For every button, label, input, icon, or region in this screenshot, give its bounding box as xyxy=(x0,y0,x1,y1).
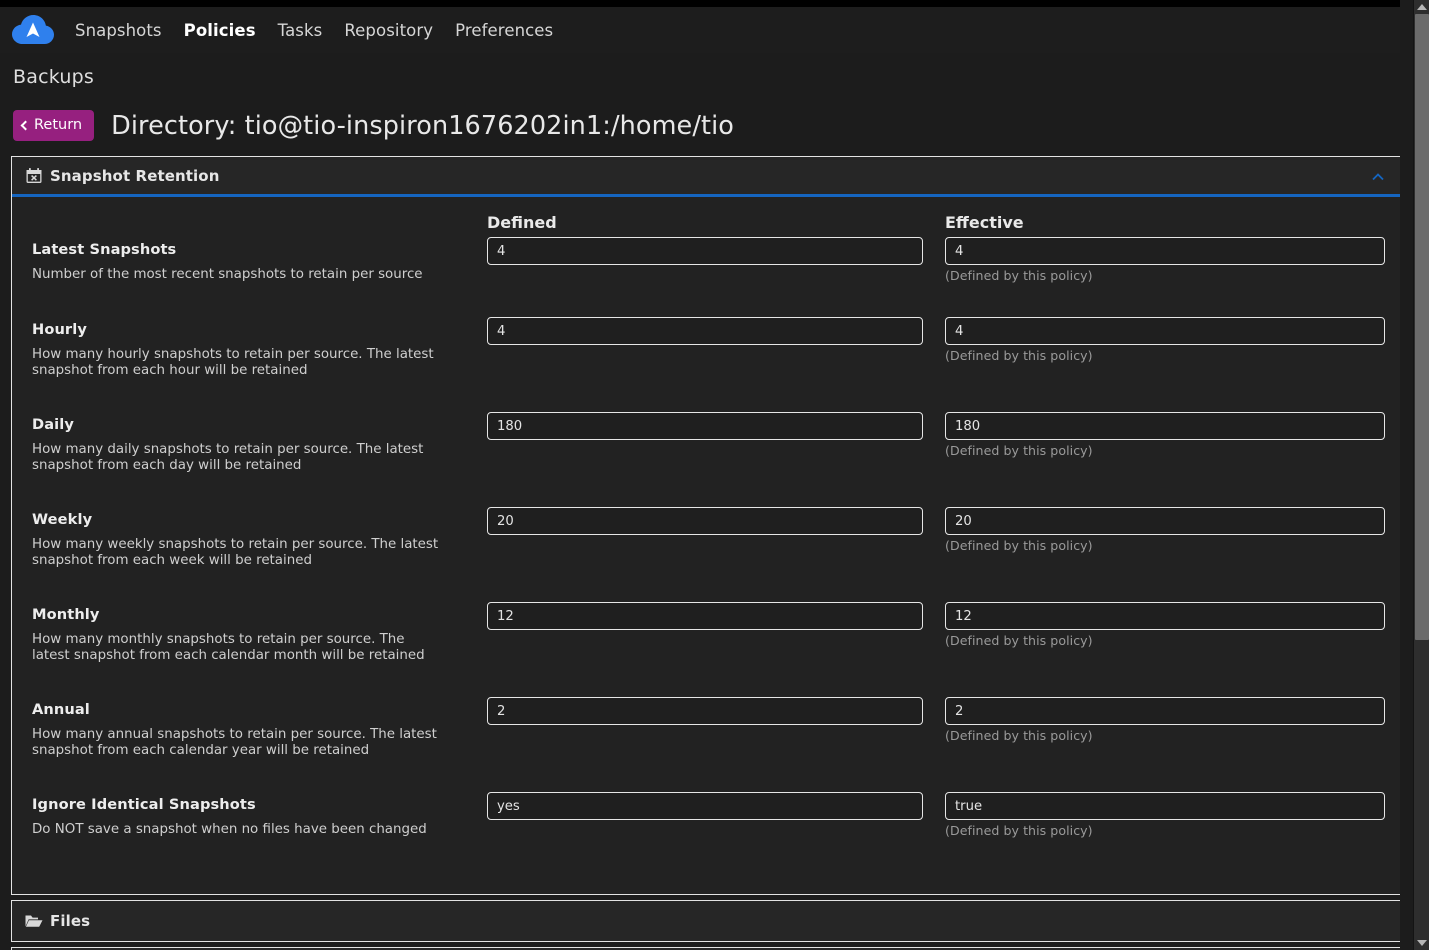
defined-input-weekly[interactable] xyxy=(487,507,923,535)
nav-item-policies[interactable]: Policies xyxy=(184,21,256,40)
effective-cell: (Defined by this policy) xyxy=(945,792,1387,838)
column-header-defined: Defined xyxy=(487,213,557,232)
scroll-up-arrow-icon[interactable] xyxy=(1414,0,1429,14)
effective-input-annual[interactable] xyxy=(945,697,1385,725)
effective-note: (Defined by this policy) xyxy=(945,728,1093,743)
app-window: Snapshots Policies Tasks Repository Pref… xyxy=(0,0,1429,950)
effective-cell: (Defined by this policy) xyxy=(945,507,1387,553)
effective-note: (Defined by this policy) xyxy=(945,633,1093,648)
defined-cell xyxy=(487,317,945,345)
policy-panel-stack: Snapshot Retention Defined Effective Lat xyxy=(11,156,1402,950)
page-title: Backups xyxy=(13,66,94,88)
field-row-hourly: Hourly How many hourly snapshots to reta… xyxy=(32,317,1387,406)
defined-cell xyxy=(487,507,945,535)
defined-input-daily[interactable] xyxy=(487,412,923,440)
chevron-left-icon xyxy=(20,120,31,130)
field-label-cell: Hourly How many hourly snapshots to reta… xyxy=(32,317,487,379)
field-label: Daily xyxy=(32,416,74,433)
column-header-row: Defined Effective xyxy=(32,213,1387,232)
field-label: Hourly xyxy=(32,321,87,338)
effective-input-ignore-identical-snapshots[interactable] xyxy=(945,792,1385,820)
effective-input-daily[interactable] xyxy=(945,412,1385,440)
field-row-monthly: Monthly How many monthly snapshots to re… xyxy=(32,602,1387,691)
effective-input-monthly[interactable] xyxy=(945,602,1385,630)
field-description: Number of the most recent snapshots to r… xyxy=(32,267,423,282)
scrollbar-thumb[interactable] xyxy=(1415,14,1429,640)
defined-input-latest-snapshots[interactable] xyxy=(487,237,923,265)
field-description: Do NOT save a snapshot when no files hav… xyxy=(32,822,427,837)
folder-open-icon xyxy=(24,913,43,930)
directory-header-row: Return Directory: tio@tio-inspiron167620… xyxy=(13,110,734,141)
field-row-daily: Daily How many daily snapshots to retain… xyxy=(32,412,1387,501)
effective-note: (Defined by this policy) xyxy=(945,348,1093,363)
panel-header-snapshot-retention[interactable]: Snapshot Retention xyxy=(12,157,1401,197)
defined-input-ignore-identical-snapshots[interactable] xyxy=(487,792,923,820)
defined-cell xyxy=(487,792,945,820)
effective-input-latest-snapshots[interactable] xyxy=(945,237,1385,265)
field-row-annual: Annual How many annual snapshots to reta… xyxy=(32,697,1387,786)
nav-links: Snapshots Policies Tasks Repository Pref… xyxy=(75,21,553,40)
field-label-cell: Latest Snapshots Number of the most rece… xyxy=(32,237,487,283)
field-label: Ignore Identical Snapshots xyxy=(32,796,256,813)
field-label: Monthly xyxy=(32,606,100,623)
field-label-cell: Monthly How many monthly snapshots to re… xyxy=(32,602,487,664)
panel-header-files[interactable]: Files xyxy=(12,901,1401,941)
directory-path-title: Directory: tio@tio-inspiron1676202in1:/h… xyxy=(111,110,735,141)
nav-item-snapshots[interactable]: Snapshots xyxy=(75,21,162,40)
effective-input-hourly[interactable] xyxy=(945,317,1385,345)
column-header-spacer xyxy=(32,213,487,232)
nav-item-tasks[interactable]: Tasks xyxy=(278,21,323,40)
window-top-strip xyxy=(0,0,1413,7)
effective-cell: (Defined by this policy) xyxy=(945,412,1387,458)
effective-note: (Defined by this policy) xyxy=(945,268,1093,283)
panel-title: Files xyxy=(50,912,91,930)
vertical-scrollbar[interactable] xyxy=(1413,0,1429,950)
effective-cell: (Defined by this policy) xyxy=(945,602,1387,648)
chevron-up-icon[interactable] xyxy=(1371,169,1385,183)
right-gutter xyxy=(1400,0,1413,950)
effective-note: (Defined by this policy) xyxy=(945,443,1093,458)
field-label-cell: Ignore Identical Snapshots Do NOT save a… xyxy=(32,792,487,838)
scroll-down-arrow-icon[interactable] xyxy=(1414,936,1429,950)
main-navbar: Snapshots Policies Tasks Repository Pref… xyxy=(0,7,1413,53)
column-header-effective: Effective xyxy=(945,213,1024,232)
effective-cell: (Defined by this policy) xyxy=(945,697,1387,743)
field-row-weekly: Weekly How many weekly snapshots to reta… xyxy=(32,507,1387,596)
effective-cell: (Defined by this policy) xyxy=(945,317,1387,363)
defined-cell xyxy=(487,697,945,725)
panel-snapshot-retention: Snapshot Retention Defined Effective Lat xyxy=(11,156,1402,895)
field-label-cell: Annual How many annual snapshots to reta… xyxy=(32,697,487,759)
nav-item-preferences[interactable]: Preferences xyxy=(455,21,553,40)
field-label: Weekly xyxy=(32,511,93,528)
defined-input-annual[interactable] xyxy=(487,697,923,725)
effective-input-weekly[interactable] xyxy=(945,507,1385,535)
panel-files: Files xyxy=(11,900,1402,942)
field-description: How many daily snapshots to retain per s… xyxy=(32,442,424,473)
defined-input-monthly[interactable] xyxy=(487,602,923,630)
effective-note: (Defined by this policy) xyxy=(945,538,1093,553)
defined-cell xyxy=(487,412,945,440)
cloud-logo-icon[interactable] xyxy=(11,14,55,47)
effective-note: (Defined by this policy) xyxy=(945,823,1093,838)
field-label: Annual xyxy=(32,701,90,718)
return-button[interactable]: Return xyxy=(13,110,95,141)
panel-body-snapshot-retention: Defined Effective Latest Snapshots Numbe… xyxy=(12,197,1401,894)
field-label: Latest Snapshots xyxy=(32,241,177,258)
effective-cell: (Defined by this policy) xyxy=(945,237,1387,283)
nav-item-repository[interactable]: Repository xyxy=(344,21,433,40)
defined-input-hourly[interactable] xyxy=(487,317,923,345)
calendar-times-icon xyxy=(24,167,43,184)
field-label-cell: Daily How many daily snapshots to retain… xyxy=(32,412,487,474)
return-button-label: Return xyxy=(34,117,83,133)
defined-cell xyxy=(487,602,945,630)
field-description: How many hourly snapshots to retain per … xyxy=(32,347,434,378)
field-row-ignore-identical-snapshots: Ignore Identical Snapshots Do NOT save a… xyxy=(32,792,1387,866)
field-description: How many annual snapshots to retain per … xyxy=(32,727,437,758)
panel-title: Snapshot Retention xyxy=(50,166,220,185)
field-description: How many weekly snapshots to retain per … xyxy=(32,537,439,568)
field-label-cell: Weekly How many weekly snapshots to reta… xyxy=(32,507,487,569)
field-description: How many monthly snapshots to retain per… xyxy=(32,632,425,663)
defined-cell xyxy=(487,237,945,265)
field-row-latest-snapshots: Latest Snapshots Number of the most rece… xyxy=(32,237,1387,311)
